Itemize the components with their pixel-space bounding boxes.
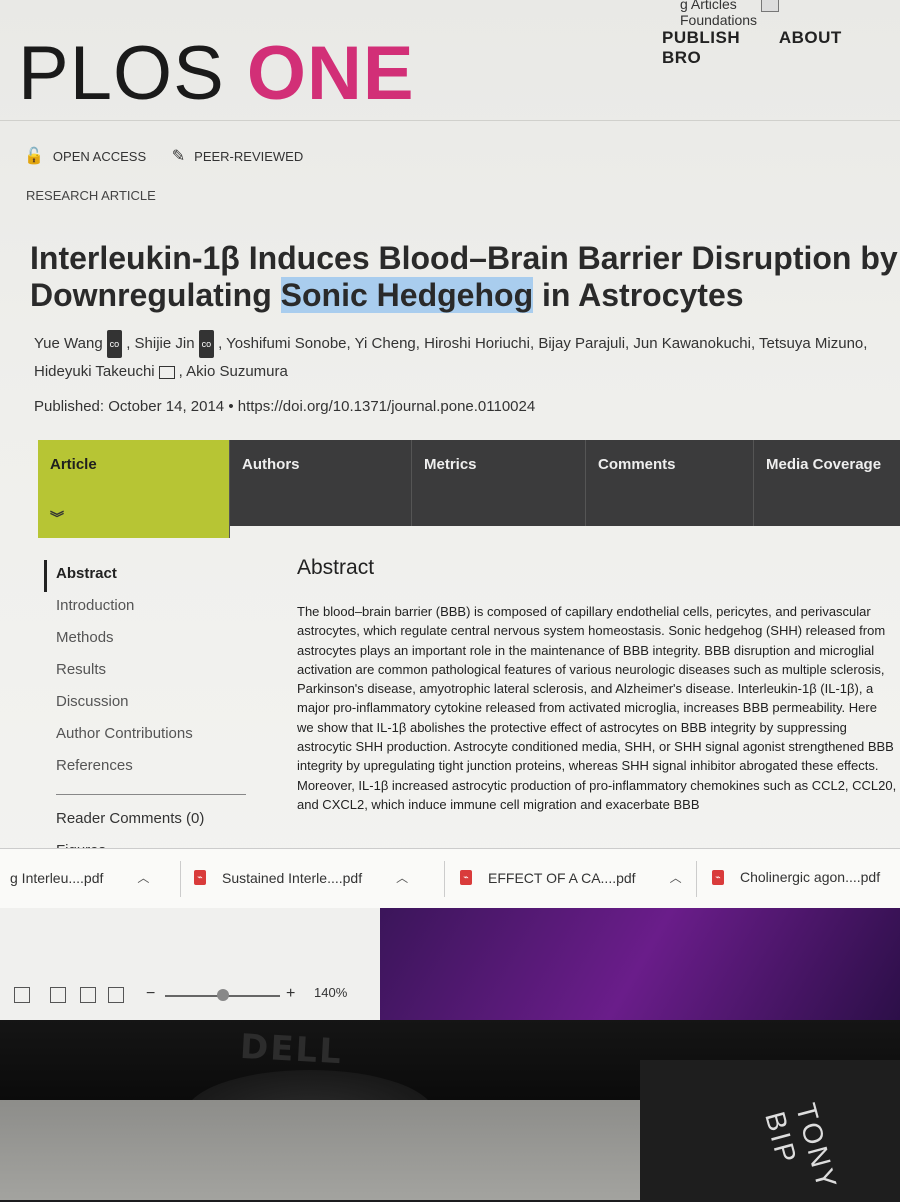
article-title: Interleukin-1β Induces Blood–Brain Barri… bbox=[30, 240, 900, 314]
dell-logo: DELL bbox=[239, 1026, 344, 1073]
plos-one-logo[interactable]: PLOS ONE bbox=[18, 30, 415, 117]
download-divider bbox=[696, 861, 697, 897]
tab-label: Media Coverage bbox=[766, 456, 882, 473]
author-link[interactable]: Yue Wang bbox=[34, 335, 103, 352]
tab-label: Authors bbox=[242, 456, 300, 473]
zoom-in-button[interactable]: + bbox=[286, 985, 295, 1003]
nav-author-contributions[interactable]: Author Contributions bbox=[44, 720, 254, 752]
layout-icon[interactable] bbox=[50, 987, 66, 1003]
nav-divider bbox=[56, 794, 246, 795]
monitor-screen: g Articles Foundations PLOS ONE PUBLISH … bbox=[0, 0, 900, 1020]
author-link[interactable]: Yi Cheng bbox=[355, 335, 416, 352]
title-part: in Astrocytes bbox=[533, 277, 744, 313]
doi-link[interactable]: https://doi.org/10.1371/journal.pone.011… bbox=[238, 398, 535, 415]
logo-plos: PLOS bbox=[18, 31, 225, 116]
mail-icon[interactable] bbox=[158, 365, 175, 379]
selected-text[interactable]: Sonic Hedgehog bbox=[280, 277, 534, 313]
peer-reviewed-icon: ✎ bbox=[171, 148, 186, 165]
top-nav: PUBLISH ABOUT BRO bbox=[662, 28, 900, 68]
nav-about[interactable]: ABOUT bbox=[779, 28, 842, 47]
desktop-wallpaper bbox=[380, 908, 900, 1020]
download-filename: EFFECT OF A CA....pdf bbox=[488, 869, 636, 886]
open-access-label: OPEN ACCESS bbox=[52, 148, 147, 164]
page-icon[interactable] bbox=[14, 987, 30, 1003]
tab-media-coverage[interactable]: Media Coverage bbox=[754, 440, 900, 526]
download-item[interactable]: ⌁ EFFECT OF A CA....pdf ︿ bbox=[460, 869, 682, 886]
nav-results[interactable]: Results bbox=[44, 656, 254, 688]
download-filename: Sustained Interle....pdf bbox=[222, 869, 363, 886]
download-divider bbox=[180, 861, 181, 897]
article-badges: 🔓 OPEN ACCESS ✎ PEER-REVIEWED bbox=[24, 146, 325, 166]
chevron-down-icon[interactable]: ︾ bbox=[50, 508, 64, 528]
download-item[interactable]: ⌁ Cholinergic agon....pdf bbox=[712, 869, 880, 885]
downloads-bar: g Interleu....pdf ︿ ⌁ Sustained Interle.… bbox=[0, 848, 900, 910]
bookmark-foundations-label: Foundations bbox=[680, 12, 758, 29]
header-divider bbox=[0, 120, 900, 121]
status-bar: − + 140% bbox=[0, 985, 380, 1015]
tab-label: Metrics bbox=[424, 456, 477, 473]
publication-info: Published: October 14, 2014 • https://do… bbox=[34, 398, 535, 415]
nav-reader-comments[interactable]: Reader Comments (0) bbox=[44, 805, 254, 837]
author-list: Yue Wang co, Shijie Jin co, Yoshifumi Sono… bbox=[34, 330, 900, 386]
text-view-icon[interactable] bbox=[108, 987, 124, 1003]
caret-up-icon[interactable]: ︿ bbox=[137, 869, 149, 886]
logo-one: ONE bbox=[246, 31, 415, 116]
pdf-icon: ⌁ bbox=[194, 870, 206, 885]
abstract-section: Abstract The blood–brain barrier (BBB) i… bbox=[297, 556, 897, 814]
author-link[interactable]: Hideyuki Takeuchi bbox=[34, 363, 155, 380]
nav-introduction[interactable]: Introduction bbox=[44, 592, 254, 624]
nav-abstract[interactable]: Abstract bbox=[44, 560, 254, 592]
bookmark-articles[interactable]: g Articles bbox=[680, 0, 737, 12]
author-link[interactable]: Tetsuya Mizuno bbox=[759, 335, 863, 352]
section-nav: Abstract Introduction Methods Results Di… bbox=[44, 560, 254, 869]
nav-publish[interactable]: PUBLISH bbox=[662, 28, 740, 47]
download-filename: Cholinergic agon....pdf bbox=[740, 869, 881, 885]
published-label: Published: bbox=[34, 398, 105, 415]
nav-browse[interactable]: BRO bbox=[662, 48, 701, 67]
download-item[interactable]: ⌁ Sustained Interle....pdf ︿ bbox=[194, 869, 408, 886]
nav-references[interactable]: References bbox=[44, 752, 254, 784]
author-link[interactable]: Yoshifumi Sonobe bbox=[226, 335, 346, 352]
nav-methods[interactable]: Methods bbox=[44, 624, 254, 656]
author-link[interactable]: Jun Kawanokuchi bbox=[633, 335, 751, 352]
peer-reviewed-label: PEER-REVIEWED bbox=[194, 148, 304, 164]
separator-dot: • bbox=[228, 398, 238, 415]
co-author-icon: co bbox=[198, 330, 215, 359]
author-link[interactable]: Hiroshi Horiuchi bbox=[424, 335, 530, 352]
read-mode-icon[interactable] bbox=[80, 987, 96, 1003]
author-link[interactable]: Akio Suzumura bbox=[186, 363, 288, 380]
tab-article[interactable]: Article ︾ bbox=[38, 440, 230, 538]
pdf-icon: ⌁ bbox=[712, 869, 724, 885]
abstract-text: The blood–brain barrier (BBB) is compose… bbox=[297, 604, 897, 812]
download-item[interactable]: g Interleu....pdf ︿ bbox=[10, 869, 149, 886]
article-tabs: Article ︾ Authors Metrics Comments Media… bbox=[38, 440, 900, 540]
co-author-icon: co bbox=[106, 330, 123, 359]
abstract-heading: Abstract bbox=[297, 556, 375, 579]
lock-open-icon: 🔓 bbox=[24, 148, 44, 165]
folder-icon bbox=[760, 0, 779, 13]
author-link[interactable]: Shijie Jin bbox=[135, 335, 195, 352]
open-access-badge[interactable]: 🔓 OPEN ACCESS bbox=[24, 146, 146, 166]
tab-label: Comments bbox=[598, 456, 676, 473]
tab-comments[interactable]: Comments bbox=[586, 440, 754, 526]
zoom-out-button[interactable]: − bbox=[146, 985, 155, 1003]
download-divider bbox=[444, 861, 445, 897]
zoom-level[interactable]: 140% bbox=[314, 985, 347, 1000]
peer-reviewed-badge[interactable]: ✎ PEER-REVIEWED bbox=[172, 146, 303, 166]
download-filename: g Interleu....pdf bbox=[10, 869, 104, 886]
nav-discussion[interactable]: Discussion bbox=[44, 688, 254, 720]
bookmarks-bar: g Articles Foundations bbox=[680, 0, 900, 28]
caret-up-icon[interactable]: ︿ bbox=[396, 869, 408, 886]
tab-authors[interactable]: Authors bbox=[230, 440, 412, 526]
caret-up-icon[interactable]: ︿ bbox=[670, 869, 682, 886]
article-type: RESEARCH ARTICLE bbox=[26, 188, 156, 203]
tab-label: Article bbox=[50, 456, 97, 473]
published-date: October 14, 2014 bbox=[108, 398, 225, 415]
tab-metrics[interactable]: Metrics bbox=[412, 440, 586, 526]
pdf-icon: ⌁ bbox=[460, 870, 472, 885]
zoom-slider-thumb[interactable] bbox=[216, 989, 229, 1001]
author-link[interactable]: Bijay Parajuli bbox=[538, 335, 625, 352]
